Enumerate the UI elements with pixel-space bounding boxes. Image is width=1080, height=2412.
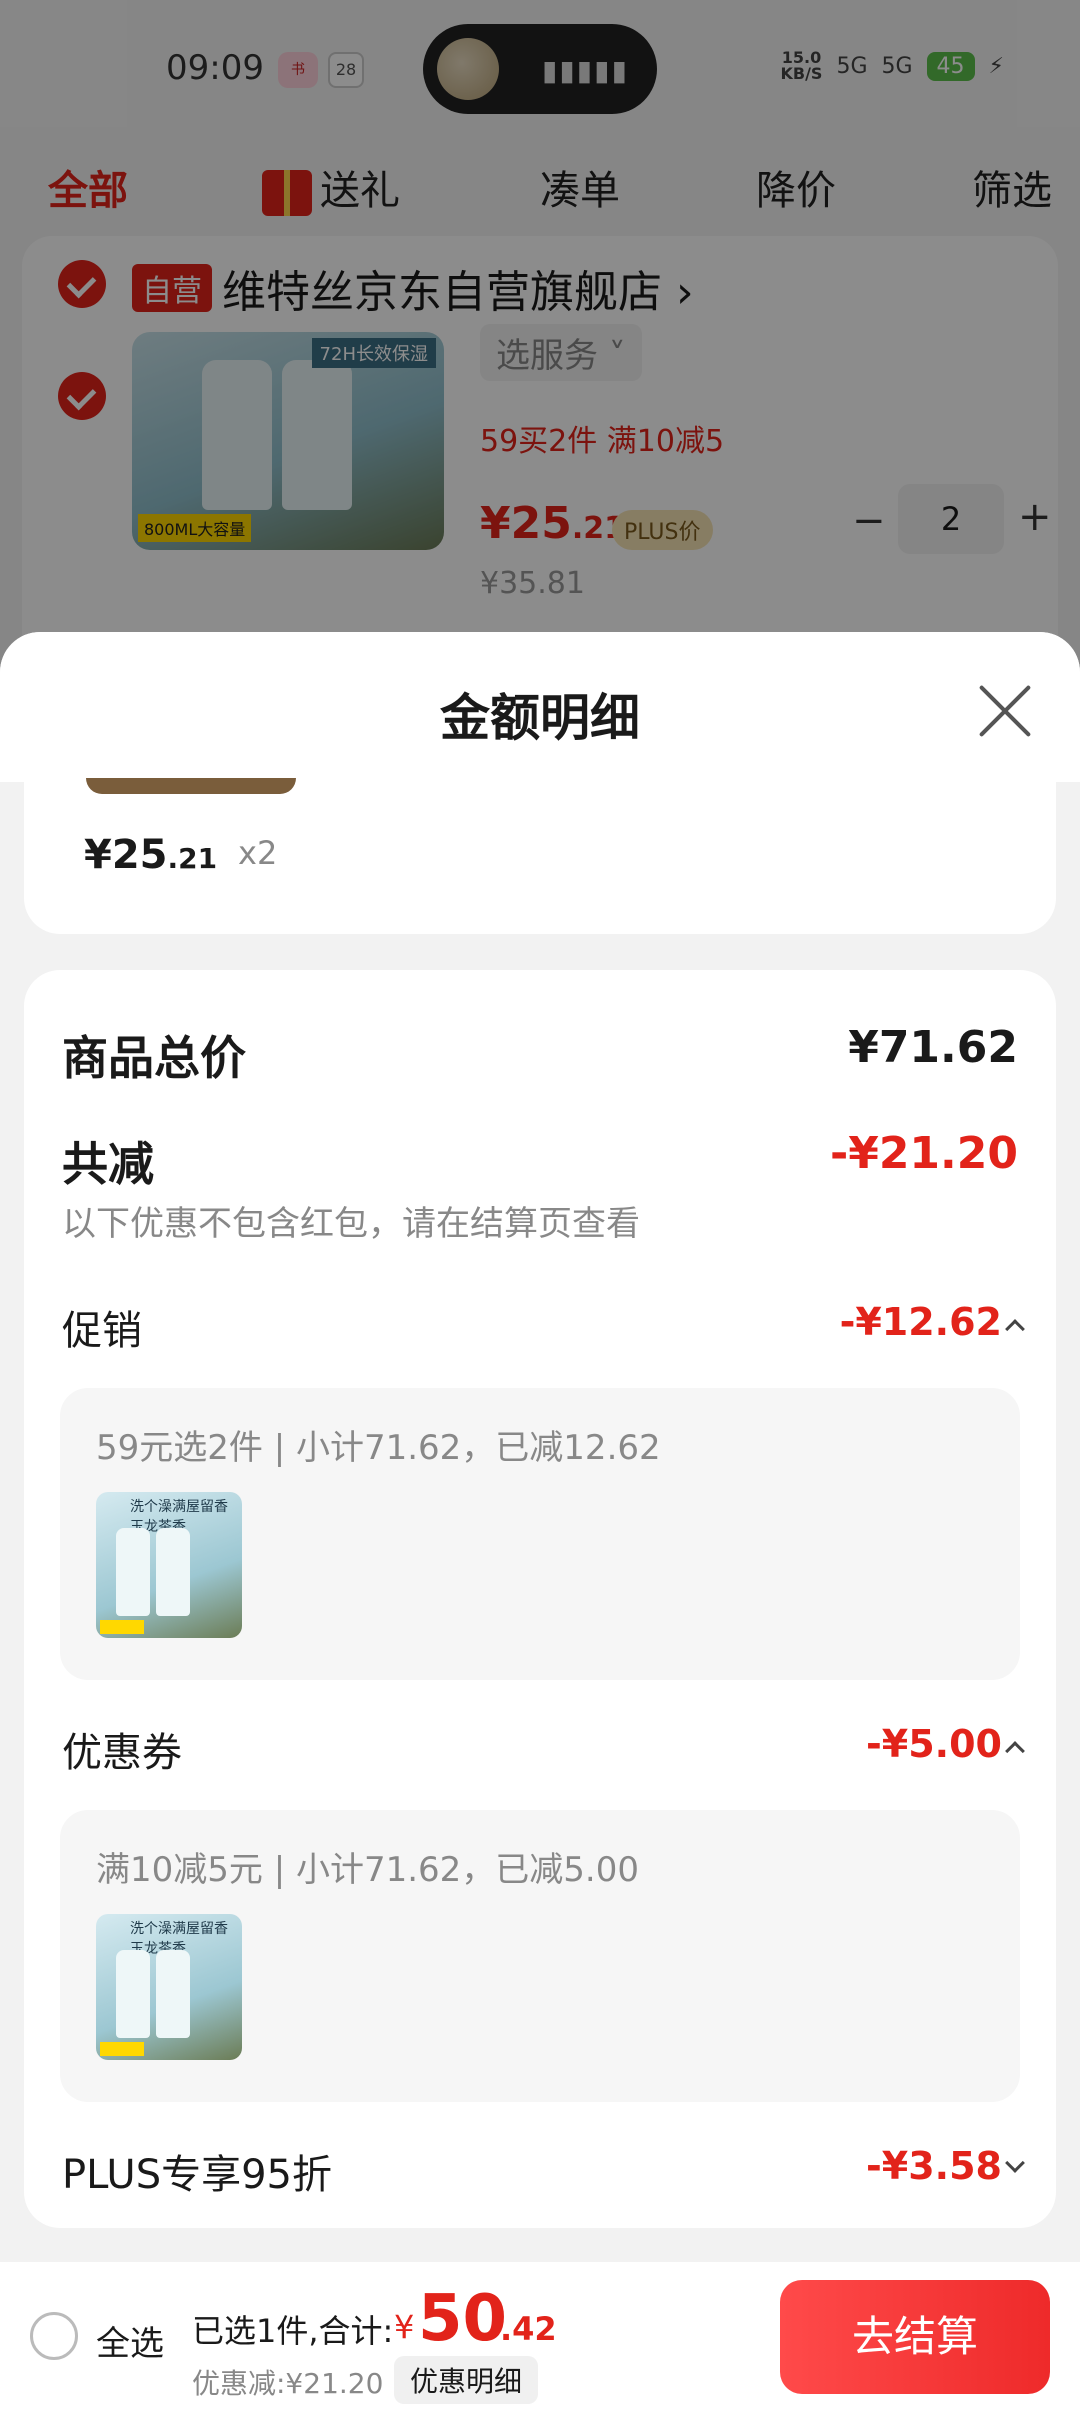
selected-total-label: 已选1件,合计: [192, 2312, 394, 2350]
total-price-label: 商品总价 [62, 1031, 246, 1085]
promotion-desc: 59元选2件 | 小计71.62，已减12.62 [96, 1428, 661, 1468]
select-all-label[interactable]: 全选 [96, 2316, 164, 2365]
product-thumbnail[interactable]: 洗个澡满屋留香 玉龙茶香 [96, 1492, 242, 1638]
image-sticker [100, 2042, 144, 2056]
amount-detail-sheet: 金额明细 ¥25.21 x2 商品总价 ¥71.62 共减 -¥21.20 以下… [0, 632, 1080, 2262]
promotion-detail-box: 59元选2件 | 小计71.62，已减12.62 洗个澡满屋留香 玉龙茶香 [60, 1388, 1020, 1680]
discount-detail-button[interactable]: 优惠明细 [394, 2356, 539, 2404]
promotion-value[interactable]: -¥12.62 [840, 1300, 1002, 1344]
dim-overlay[interactable] [0, 0, 1080, 700]
bottle-shape [156, 1528, 190, 1616]
plus-discount-value[interactable]: -¥3.58 [866, 2144, 1002, 2188]
close-icon[interactable] [976, 682, 1034, 740]
promotion-label: 促销 [62, 1308, 142, 1354]
bottle-shape [116, 1528, 150, 1616]
product-image [86, 778, 296, 794]
bottle-shape [156, 1950, 190, 2038]
coupon-detail-box: 满10减5元 | 小计71.62，已减5.00 洗个澡满屋留香 玉龙茶香 [60, 1810, 1020, 2102]
discount-summary: 优惠减:¥21.20 [192, 2367, 384, 2400]
total-amount-decimal: .42 [500, 2310, 557, 2348]
product-thumbnail[interactable]: 洗个澡满屋留香 玉龙茶香 [96, 1914, 242, 2060]
total-reduce-label: 共减 [62, 1137, 154, 1191]
product-unit-price: ¥25.21 [84, 832, 218, 878]
checkout-button[interactable]: 去结算 [780, 2280, 1050, 2394]
chevron-up-icon[interactable] [1005, 1319, 1025, 1339]
select-all-radio[interactable] [30, 2312, 78, 2360]
coupon-label: 优惠券 [62, 1730, 182, 1776]
product-quantity: x2 [238, 834, 278, 872]
bottle-shape [116, 1950, 150, 2038]
checkout-bar: 全选 已选1件,合计: ¥ 50 .42 优惠减:¥21.20 优惠明细 去结算 [0, 2262, 1080, 2412]
plus-discount-label: PLUS专享95折 [62, 2152, 332, 2198]
total-amount: 50 [418, 2282, 508, 2356]
total-currency: ¥ [394, 2308, 415, 2346]
total-price-value: ¥71.62 [848, 1022, 1018, 1073]
chevron-down-icon[interactable] [1005, 2153, 1025, 2173]
chevron-up-icon[interactable] [1005, 1741, 1025, 1761]
total-reduce-value: -¥21.20 [829, 1128, 1018, 1179]
sheet-title: 金额明细 [440, 689, 640, 747]
price-detail-card: 商品总价 ¥71.62 共减 -¥21.20 以下优惠不包含红包，请在结算页查看… [24, 970, 1056, 2228]
product-summary-card: ¥25.21 x2 [24, 778, 1056, 934]
coupon-value[interactable]: -¥5.00 [866, 1722, 1002, 1766]
reduce-note: 以下优惠不包含红包，请在结算页查看 [62, 1204, 640, 1244]
sheet-header: 金额明细 [0, 632, 1080, 782]
image-sticker [100, 1620, 144, 1634]
coupon-desc: 满10减5元 | 小计71.62，已减5.00 [96, 1850, 640, 1890]
